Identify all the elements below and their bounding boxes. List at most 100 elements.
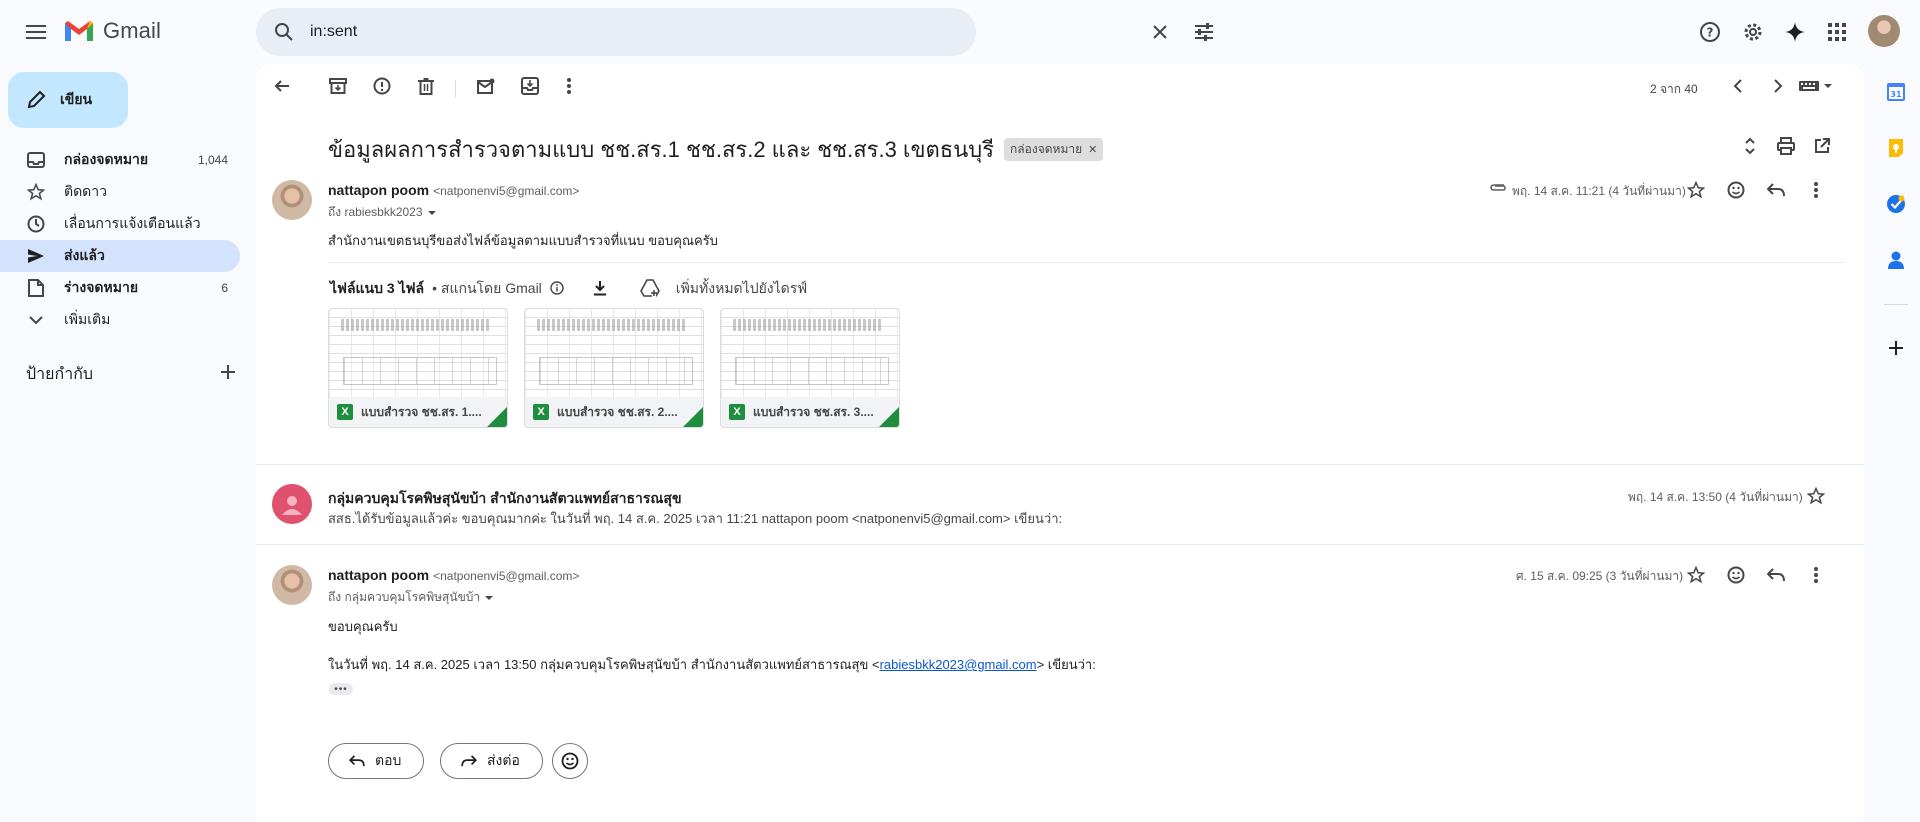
- sidebar-item-sent[interactable]: ส่งแล้ว: [0, 240, 240, 272]
- sidebar-item-more[interactable]: เพิ่มเติม: [0, 304, 240, 336]
- message-1-date: พฤ. 14 ส.ค. 11:21 (4 วันที่ผ่านมา): [1512, 184, 1686, 198]
- sidebar-item-label: ร่างจดหมาย: [64, 279, 139, 295]
- attachment-card[interactable]: X แบบสำรวจ ชช.สร. 2....: [524, 308, 704, 428]
- remove-label-icon[interactable]: ✕: [1088, 143, 1097, 156]
- star-icon[interactable]: [1680, 174, 1712, 206]
- gmail-logo[interactable]: Gmail: [63, 18, 161, 44]
- back-arrow-icon[interactable]: [266, 70, 298, 102]
- message-3-body: ขอบคุณครับ: [328, 619, 398, 634]
- page-fold-corner: [487, 407, 507, 427]
- message-2-snippet[interactable]: สสธ.ได้รับข้อมูลแล้วค่ะ ขอบคุณมากค่ะ ในว…: [328, 508, 1062, 529]
- reply-icon[interactable]: [1760, 559, 1792, 591]
- sidebar-item-inbox[interactable]: กล่องจดหมาย 1,044: [0, 144, 240, 176]
- expand-all-icon[interactable]: [1734, 130, 1766, 162]
- attachment-filename: แบบสำรวจ ชช.สร. 1....: [361, 404, 482, 419]
- sender-avatar[interactable]: [272, 565, 312, 605]
- search-input[interactable]: [310, 18, 830, 46]
- contacts-icon[interactable]: [1880, 244, 1912, 276]
- keep-notes-icon[interactable]: [1880, 132, 1912, 164]
- open-new-window-icon[interactable]: [1806, 130, 1838, 162]
- main-menu-icon[interactable]: [20, 16, 52, 48]
- forward-button[interactable]: ส่งต่อ: [440, 743, 543, 779]
- quoted-email-link[interactable]: rabiesbkk2023@gmail.com: [880, 657, 1037, 672]
- add-label-icon[interactable]: [220, 364, 236, 385]
- sidebar-item-label: กล่องจดหมาย: [64, 151, 149, 167]
- quote-suffix: > เขียนว่า:: [1036, 657, 1096, 672]
- print-icon[interactable]: [1770, 130, 1802, 162]
- add-all-to-drive-link[interactable]: เพิ่มทั้งหมดไปยังไดรฟ์: [676, 278, 807, 300]
- settings-gear-icon[interactable]: [1737, 16, 1769, 48]
- mark-unread-icon[interactable]: [470, 70, 502, 102]
- emoji-icon: [561, 752, 579, 770]
- spreadsheet-preview: [721, 309, 899, 399]
- report-spam-icon[interactable]: [366, 70, 398, 102]
- clear-search-icon[interactable]: [1144, 16, 1176, 48]
- message-2-sender[interactable]: กลุ่มควบคุมโรคพิษสุนัขบ้า สำนักงานสัตวแพ…: [328, 488, 682, 510]
- sender-email: <natponenvi5@gmail.com>: [433, 569, 580, 583]
- reply-icon: [349, 755, 365, 767]
- tasks-icon[interactable]: [1880, 188, 1912, 220]
- gemini-sparkle-icon[interactable]: [1779, 16, 1811, 48]
- sender-name: nattapon poom: [328, 567, 430, 583]
- message-view: 2 จาก 40 ข้อมูลผลการสำรวจตามแบบ ชช.สร.1 …: [256, 64, 1864, 822]
- compose-button[interactable]: เขียน: [8, 72, 128, 128]
- toolbar-divider: [455, 80, 456, 98]
- clock-icon: [26, 214, 46, 234]
- calendar-icon[interactable]: 31: [1880, 76, 1912, 108]
- input-tools-keyboard-icon[interactable]: [1790, 70, 1842, 102]
- attachment-footer: X แบบสำรวจ ชช.สร. 2....: [525, 397, 703, 427]
- star-icon[interactable]: [1800, 480, 1832, 512]
- sidebar-item-snoozed[interactable]: เลื่อนการแจ้งเตือนแล้ว: [0, 208, 240, 240]
- attachments-title: ไฟล์แนบ 3 ไฟล์: [330, 280, 425, 296]
- info-icon[interactable]: [550, 280, 564, 298]
- add-reaction-emoji-icon[interactable]: [1720, 559, 1752, 591]
- search-icon[interactable]: [268, 16, 300, 48]
- message-2-date: พฤ. 14 ส.ค. 13:50 (4 วันที่ผ่านมา): [1628, 490, 1803, 504]
- get-addons-plus-icon[interactable]: [1880, 332, 1912, 364]
- spreadsheet-preview: [329, 309, 507, 399]
- archive-icon[interactable]: [322, 70, 354, 102]
- sidebar-item-starred[interactable]: ติดดาว: [0, 176, 240, 208]
- quote-prefix: ในวันที่ พฤ. 14 ส.ค. 2025 เวลา 13:50 กลุ…: [328, 657, 880, 672]
- reply-label: ตอบ: [375, 752, 402, 768]
- page-counter: 2 จาก 40: [1650, 82, 1698, 96]
- message-3-sender: nattapon poom <natponenvi5@gmail.com>: [328, 567, 579, 583]
- sender-email: <natponenvi5@gmail.com>: [433, 184, 580, 198]
- side-panel-divider: [1884, 304, 1908, 305]
- message-3-recipients[interactable]: ถึง กลุ่มควบคุมโรคพิษสุนัขบ้า: [328, 588, 494, 607]
- download-all-icon[interactable]: [592, 280, 608, 299]
- newer-chevron-icon[interactable]: [1722, 70, 1754, 102]
- show-trimmed-content-button[interactable]: •••: [329, 683, 353, 695]
- search-options-icon[interactable]: [1188, 16, 1220, 48]
- apps-grid-icon[interactable]: [1821, 16, 1853, 48]
- add-to-drive-icon[interactable]: [639, 278, 660, 300]
- help-icon[interactable]: ?: [1694, 16, 1726, 48]
- message-divider: [256, 464, 1864, 465]
- move-to-icon[interactable]: [514, 70, 546, 102]
- message-more-icon[interactable]: [1800, 559, 1832, 591]
- attachment-clip-icon: [1488, 180, 1506, 198]
- sidebar-item-drafts[interactable]: ร่างจดหมาย 6: [0, 272, 240, 304]
- star-icon[interactable]: [1680, 559, 1712, 591]
- caret-down-icon: [427, 210, 436, 215]
- sidebar-item-label: เลื่อนการแจ้งเตือนแล้ว: [64, 215, 201, 231]
- sender-name: nattapon poom: [328, 182, 430, 198]
- label-chip[interactable]: กล่องจดหมาย ✕: [1004, 138, 1104, 161]
- reply-icon[interactable]: [1760, 174, 1792, 206]
- scanned-by-gmail: • สแกนโดย Gmail: [432, 280, 542, 296]
- more-options-icon[interactable]: [553, 70, 585, 102]
- emoji-react-button[interactable]: [552, 743, 588, 779]
- account-avatar[interactable]: [1868, 15, 1900, 47]
- sender-avatar[interactable]: [272, 180, 312, 220]
- sender-avatar[interactable]: [272, 484, 312, 524]
- email-subject: ข้อมูลผลการสำรวจตามแบบ ชช.สร.1 ชช.สร.2 แ…: [328, 137, 995, 162]
- message-1-recipients[interactable]: ถึง rabiesbkk2023: [328, 203, 437, 222]
- message-more-icon[interactable]: [1800, 174, 1832, 206]
- attachment-card[interactable]: X แบบสำรวจ ชช.สร. 3....: [720, 308, 900, 428]
- search-bar: [256, 8, 1213, 56]
- sender-name: กลุ่มควบคุมโรคพิษสุนัขบ้า สำนักงานสัตวแพ…: [328, 490, 682, 506]
- attachment-card[interactable]: X แบบสำรวจ ชช.สร. 1....: [328, 308, 508, 428]
- reply-button[interactable]: ตอบ: [328, 743, 425, 779]
- delete-trash-icon[interactable]: [410, 70, 442, 102]
- add-reaction-emoji-icon[interactable]: [1720, 174, 1752, 206]
